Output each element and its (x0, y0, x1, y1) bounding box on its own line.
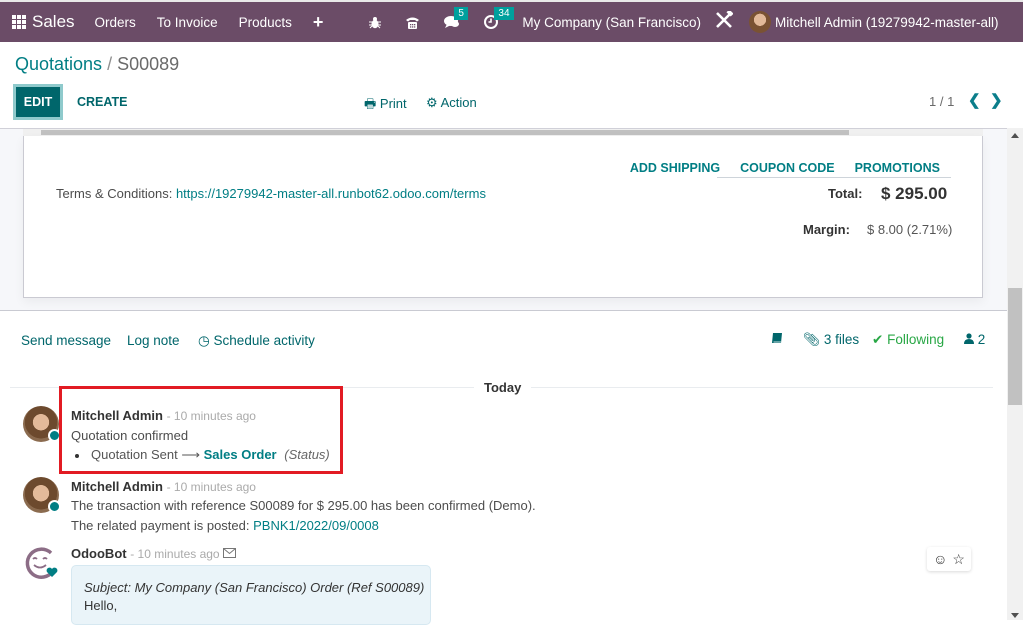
action-label: Action (440, 95, 477, 110)
author-name[interactable]: Mitchell Admin (71, 479, 163, 494)
date-label-today: Today (474, 380, 532, 395)
top-navbar: Sales Orders To Invoice Products + 5 34 … (0, 0, 1023, 42)
edit-button[interactable]: EDIT (13, 84, 63, 120)
star-icon[interactable]: ☆ (952, 551, 965, 568)
horizontal-scrollbar[interactable] (23, 129, 983, 136)
message-subject: Subject: My Company (San Francisco) Orde… (84, 580, 425, 595)
chevron-left-icon[interactable]: ❮ (968, 91, 981, 109)
margin-value: $ 8.00 (2.71%) (867, 222, 953, 237)
summary-divider (717, 177, 951, 178)
user-name: Mitchell Admin (19279942-master-all) (774, 14, 999, 30)
pager-value[interactable]: 1 / 1 (929, 94, 954, 109)
payment-text: The related payment is posted: (71, 518, 254, 533)
message-date: - 10 minutes ago (130, 547, 220, 561)
bug-icon[interactable] (369, 16, 382, 29)
message-author: OdooBot - 10 minutes ago (71, 546, 237, 561)
chevron-right-icon[interactable]: ❯ (990, 91, 1003, 109)
margin-label: Margin: (803, 222, 850, 237)
tools-icon[interactable] (715, 8, 734, 34)
coupon-code-button[interactable]: COUPON CODE (740, 161, 834, 175)
message-body: Hello, (84, 598, 118, 613)
message-author: Mitchell Admin - 10 minutes ago (71, 479, 256, 494)
company-switcher[interactable]: My Company (San Francisco) (522, 15, 701, 30)
add-shipping-button[interactable]: ADD SHIPPING (630, 161, 720, 175)
breadcrumb-current: S00089 (117, 54, 180, 74)
activities-badge: 34 (494, 7, 514, 20)
action-button[interactable]: ⚙ Action (426, 95, 477, 111)
promotions-button[interactable]: PROMOTIONS (855, 161, 940, 175)
user-menu[interactable]: Mitchell Admin (19279942-master-all) (748, 11, 999, 33)
files-count: 3 files (823, 332, 860, 347)
envelope-icon (223, 546, 237, 561)
gear-icon: ⚙ (426, 95, 438, 110)
chatter-topbar: Send message Log note ◷︎ Schedule activi… (0, 330, 1007, 352)
send-message-button[interactable]: Send message (21, 333, 111, 348)
breadcrumb-quotations[interactable]: Quotations (15, 54, 102, 74)
form-view: Terms & Conditions: https://19279942-mas… (0, 128, 1007, 311)
form-sheet: Terms & Conditions: https://19279942-mas… (23, 136, 983, 298)
clock-icon[interactable]: 34 (484, 7, 514, 29)
following-button[interactable]: ✔ Following (872, 332, 944, 348)
create-button[interactable]: CREATE (77, 95, 127, 109)
book-icon[interactable] (771, 332, 783, 347)
followers-count: 2 (977, 332, 986, 347)
messages-badge: 5 (454, 7, 468, 20)
message-body-line: The transaction with reference S00089 fo… (71, 498, 536, 513)
terms-label: Terms & Conditions: (56, 186, 176, 201)
scroll-up-arrow-icon[interactable] (1011, 133, 1019, 138)
message-actions: ☺ ☆ (927, 547, 971, 571)
author-name[interactable]: OdooBot (71, 546, 127, 561)
message-body-line: The related payment is posted: PBNK1/202… (71, 518, 379, 533)
paperclip-icon: 📎︎ (803, 332, 821, 347)
attachments-button[interactable]: 📎︎ 3 files (803, 332, 859, 348)
message-bubble: Subject: My Company (San Francisco) Orde… (71, 565, 431, 625)
terms-conditions: Terms & Conditions: https://19279942-mas… (56, 186, 486, 201)
message-date: - 10 minutes ago (166, 480, 256, 494)
vertical-scrollbar[interactable] (1007, 128, 1023, 620)
log-note-button[interactable]: Log note (127, 333, 180, 348)
app-name[interactable]: Sales (32, 12, 75, 32)
menu-to-invoice[interactable]: To Invoice (157, 15, 218, 30)
vertical-scrollbar-thumb[interactable] (1008, 288, 1022, 405)
total-label: Total: (828, 186, 863, 201)
odoobot-avatar[interactable] (23, 544, 59, 580)
print-icon: 🖶︎ (364, 96, 377, 111)
menu-products[interactable]: Products (239, 15, 292, 30)
breadcrumb: Quotations / S00089 (15, 54, 179, 75)
terms-link[interactable]: https://19279942-master-all.runbot62.odo… (176, 186, 486, 201)
check-icon: ✔ (872, 332, 884, 347)
chat-icon[interactable]: 5 (444, 7, 468, 29)
horizontal-scrollbar-thumb[interactable] (41, 130, 849, 135)
schedule-activity-button[interactable]: ◷︎ Schedule activity (198, 333, 315, 349)
menu-orders[interactable]: Orders (95, 15, 136, 30)
online-status-icon (48, 500, 61, 513)
emoji-icon[interactable]: ☺ (933, 551, 947, 567)
clock-icon: ◷︎ (198, 333, 210, 348)
scroll-down-arrow-icon[interactable] (1011, 613, 1019, 618)
total-value: $ 295.00 (881, 184, 948, 203)
author-avatar[interactable] (23, 477, 61, 513)
highlight-box (59, 386, 343, 474)
payment-link[interactable]: PBNK1/2022/09/0008 (253, 518, 379, 533)
apps-menu-icon[interactable] (12, 15, 26, 29)
schedule-activity-label: Schedule activity (213, 333, 315, 348)
print-label: Print (379, 96, 407, 111)
plus-icon[interactable]: + (313, 12, 324, 33)
print-button[interactable]: 🖶︎ Print (364, 95, 407, 117)
followers-button[interactable]: 2 (964, 332, 985, 347)
user-icon (964, 332, 978, 347)
breadcrumb-separator: / (107, 54, 113, 74)
sheet-actions: ADD SHIPPING COUPON CODE PROMOTIONS (630, 161, 940, 175)
control-panel: Quotations / S00089 EDIT CREATE 🖶︎ Print ⚙… (0, 42, 1023, 128)
author-avatar[interactable] (23, 406, 61, 442)
user-avatar (748, 11, 771, 33)
following-label: Following (887, 332, 945, 347)
phone-icon[interactable] (405, 16, 420, 29)
